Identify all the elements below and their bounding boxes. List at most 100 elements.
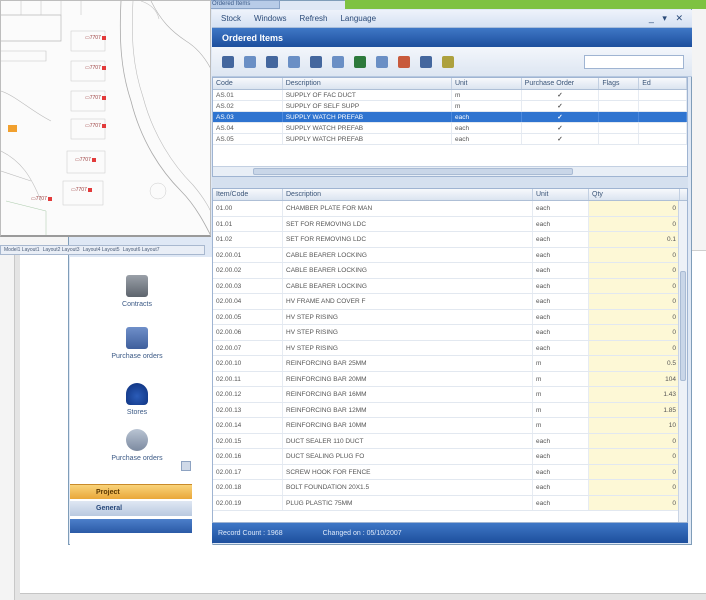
nav-item-stores[interactable]: Stores — [82, 383, 192, 416]
column-header-description[interactable]: Description — [283, 189, 533, 200]
table-row[interactable]: 02.00.02 CABLE BEARER LOCKING each 0 — [213, 263, 687, 279]
grid-icon[interactable] — [244, 55, 256, 68]
table-row[interactable]: 01.02 SET FOR REMOVING LDC each 0.1 — [213, 232, 687, 248]
table-row[interactable]: 02.00.16 DUCT SEALING PLUG FO each 0 — [213, 449, 687, 465]
table-row[interactable]: AS.01 SUPPLY OF FAC DUCT m ✓ — [213, 90, 687, 101]
menu-stock[interactable]: Stock — [221, 14, 241, 23]
layout-tab[interactable]: Layout4 Layout5 — [83, 247, 120, 253]
map-label[interactable]: ▭7707 — [31, 196, 52, 202]
table-row[interactable]: 02.00.12 REINFORCING BAR 16MM m 1.43 — [213, 387, 687, 403]
table-row[interactable]: 02.00.05 HV STEP RISING each 0 — [213, 309, 687, 325]
map-label[interactable]: ▭7707 — [85, 35, 106, 41]
layout-tab[interactable]: Model1 Layout1 — [4, 247, 40, 253]
table-row[interactable]: 02.00.13 REINFORCING BAR 12MM m 1.85 — [213, 402, 687, 418]
pane-splitter[interactable] — [212, 177, 688, 188]
table-row[interactable]: 02.00.04 HV FRAME AND COVER Feach 0 — [213, 294, 687, 310]
checkbox-icon[interactable]: ✓ — [522, 112, 600, 122]
table-row[interactable]: AS.04 SUPPLY WATCH PREFAB each ✓ — [213, 123, 687, 134]
help-icon[interactable] — [442, 55, 454, 68]
scroll-thumb[interactable] — [253, 168, 573, 175]
menu-refresh[interactable]: Refresh — [299, 14, 327, 23]
cell-code: 02.00.13 — [213, 402, 283, 417]
column-header-unit[interactable]: Unit — [452, 78, 522, 89]
table-row[interactable]: 01.01 SET FOR REMOVING LDC each 0 — [213, 216, 687, 232]
cell-unit: each — [533, 201, 589, 216]
save-icon[interactable] — [420, 55, 432, 68]
column-header-purchase-order[interactable]: Purchase Order — [522, 78, 600, 89]
print-icon[interactable] — [332, 55, 344, 68]
selected-marker-icon[interactable] — [8, 125, 17, 132]
table-row[interactable]: 02.00.03 CABLE BEARER LOCKING each 0 — [213, 278, 687, 294]
cell-flags — [599, 112, 640, 122]
horizontal-scrollbar[interactable] — [213, 166, 687, 176]
column-header-item-code[interactable]: Item/Code — [213, 189, 283, 200]
checkbox-icon[interactable]: ✓ — [522, 90, 600, 100]
nav-button-project[interactable]: Project — [70, 484, 192, 499]
form-icon[interactable] — [222, 55, 234, 68]
back-arrow-icon[interactable] — [310, 55, 322, 68]
map-label[interactable]: ▭7707 — [75, 157, 96, 163]
column-header-description[interactable]: Description — [283, 78, 452, 89]
layout-tab[interactable]: Layout6 Layout7 — [123, 247, 160, 253]
map-label[interactable]: ▭7707 — [85, 95, 106, 101]
table-row[interactable]: AS.02 SUPPLY OF SELF SUPP m ✓ — [213, 101, 687, 112]
cell-ed — [639, 123, 687, 133]
table-row[interactable]: 02.00.17 SCREW HOOK FOR FENCE each 0 — [213, 464, 687, 480]
column-header-code[interactable]: Code — [213, 78, 283, 89]
nav-item-purchase-orders[interactable]: Purchase orders — [82, 327, 192, 360]
nav-item-purchase-orders-search[interactable]: Purchase orders — [82, 429, 192, 462]
window-title-tab[interactable]: Ordered Items — [205, 0, 280, 9]
cell-description: SUPPLY WATCH PREFAB — [283, 112, 452, 122]
cell-description: HV FRAME AND COVER F — [283, 294, 533, 309]
map-label[interactable]: ▭7707 — [71, 187, 92, 193]
map-label[interactable]: ▭7707 — [85, 123, 106, 129]
layout-tab[interactable]: Layout2 Layout3 — [43, 247, 80, 253]
cell-flags — [599, 101, 640, 111]
items-grid-body: AS.01 SUPPLY OF FAC DUCT m ✓ AS.02 SUPPLY OF … — [213, 90, 687, 145]
table-row[interactable]: 02.00.18 BOLT FOUNDATION 20X1.5 each 0 — [213, 480, 687, 496]
table-row[interactable]: 02.00.07 HV STEP RISING each 0 — [213, 340, 687, 356]
menu-language[interactable]: Language — [340, 14, 376, 23]
scroll-thumb[interactable] — [680, 271, 686, 381]
window-controls[interactable]: _ ▾ ✕ — [649, 13, 686, 24]
table-row[interactable]: 02.00.15 DUCT SEALER 110 DUCT each 0 — [213, 433, 687, 449]
table-row[interactable]: 02.00.11 REINFORCING BAR 20MM m 104 — [213, 371, 687, 387]
nav-item-contracts[interactable]: Contracts — [82, 275, 192, 308]
checkbox-icon[interactable]: ✓ — [522, 123, 600, 133]
expand-icon[interactable] — [181, 461, 191, 471]
table-row[interactable]: AS.03 SUPPLY WATCH PREFAB each ✓ — [213, 112, 687, 123]
vertical-scrollbar[interactable] — [678, 201, 687, 522]
nav-button-general[interactable]: General — [70, 501, 192, 516]
table-row[interactable]: 02.00.06 HV STEP RISING each 0 — [213, 325, 687, 341]
cell-unit: m — [533, 371, 589, 386]
column-header-qty[interactable]: Qty — [589, 189, 680, 200]
column-header-unit[interactable]: Unit — [533, 189, 589, 200]
chart-icon[interactable] — [354, 55, 366, 68]
table-row[interactable]: 01.00 CHAMBER PLATE FOR MAN each 0 — [213, 201, 687, 217]
cell-description: DUCT SEALING PLUG FO — [283, 449, 533, 464]
copy-icon[interactable] — [288, 55, 300, 68]
cell-description: SUPPLY WATCH PREFAB — [283, 123, 452, 133]
checkbox-icon[interactable]: ✓ — [522, 134, 600, 144]
cad-map-window[interactable]: ▭7707 ▭7707 ▭7707 ▭7707 ▭7707 ▭7707 ▭770… — [0, 0, 211, 237]
checkbox-icon[interactable]: ✓ — [522, 101, 600, 111]
column-header-flags[interactable]: Flags — [599, 78, 640, 89]
edit-icon[interactable] — [376, 55, 388, 68]
table-row[interactable]: 02.00.01 CABLE BEARER LOCKING each 0 — [213, 247, 687, 263]
cell-unit: m — [533, 402, 589, 417]
search-input[interactable] — [584, 55, 684, 69]
details-grid-body: 01.00 CHAMBER PLATE FOR MAN each 0 01.01 SET … — [213, 201, 687, 511]
refresh-icon[interactable] — [398, 55, 410, 68]
table-row[interactable]: 02.00.19 PLUG PLASTIC 75MM each 0 — [213, 495, 687, 511]
cell-unit: each — [533, 495, 589, 510]
column-header-ed[interactable]: Ed — [639, 78, 687, 89]
menu-windows[interactable]: Windows — [254, 14, 286, 23]
cell-qty: 0 — [589, 449, 680, 464]
cell-code: 02.00.16 — [213, 449, 283, 464]
nav-button-more[interactable] — [70, 519, 192, 533]
table-row[interactable]: 02.00.10 REINFORCING BAR 25MM m 0.5 — [213, 356, 687, 372]
map-label[interactable]: ▭7707 — [85, 65, 106, 71]
filter-icon[interactable] — [266, 55, 278, 68]
table-row[interactable]: 02.00.14 REINFORCING BAR 10MM m 10 — [213, 418, 687, 434]
table-row[interactable]: AS.05 SUPPLY WATCH PREFAB each ✓ — [213, 134, 687, 145]
